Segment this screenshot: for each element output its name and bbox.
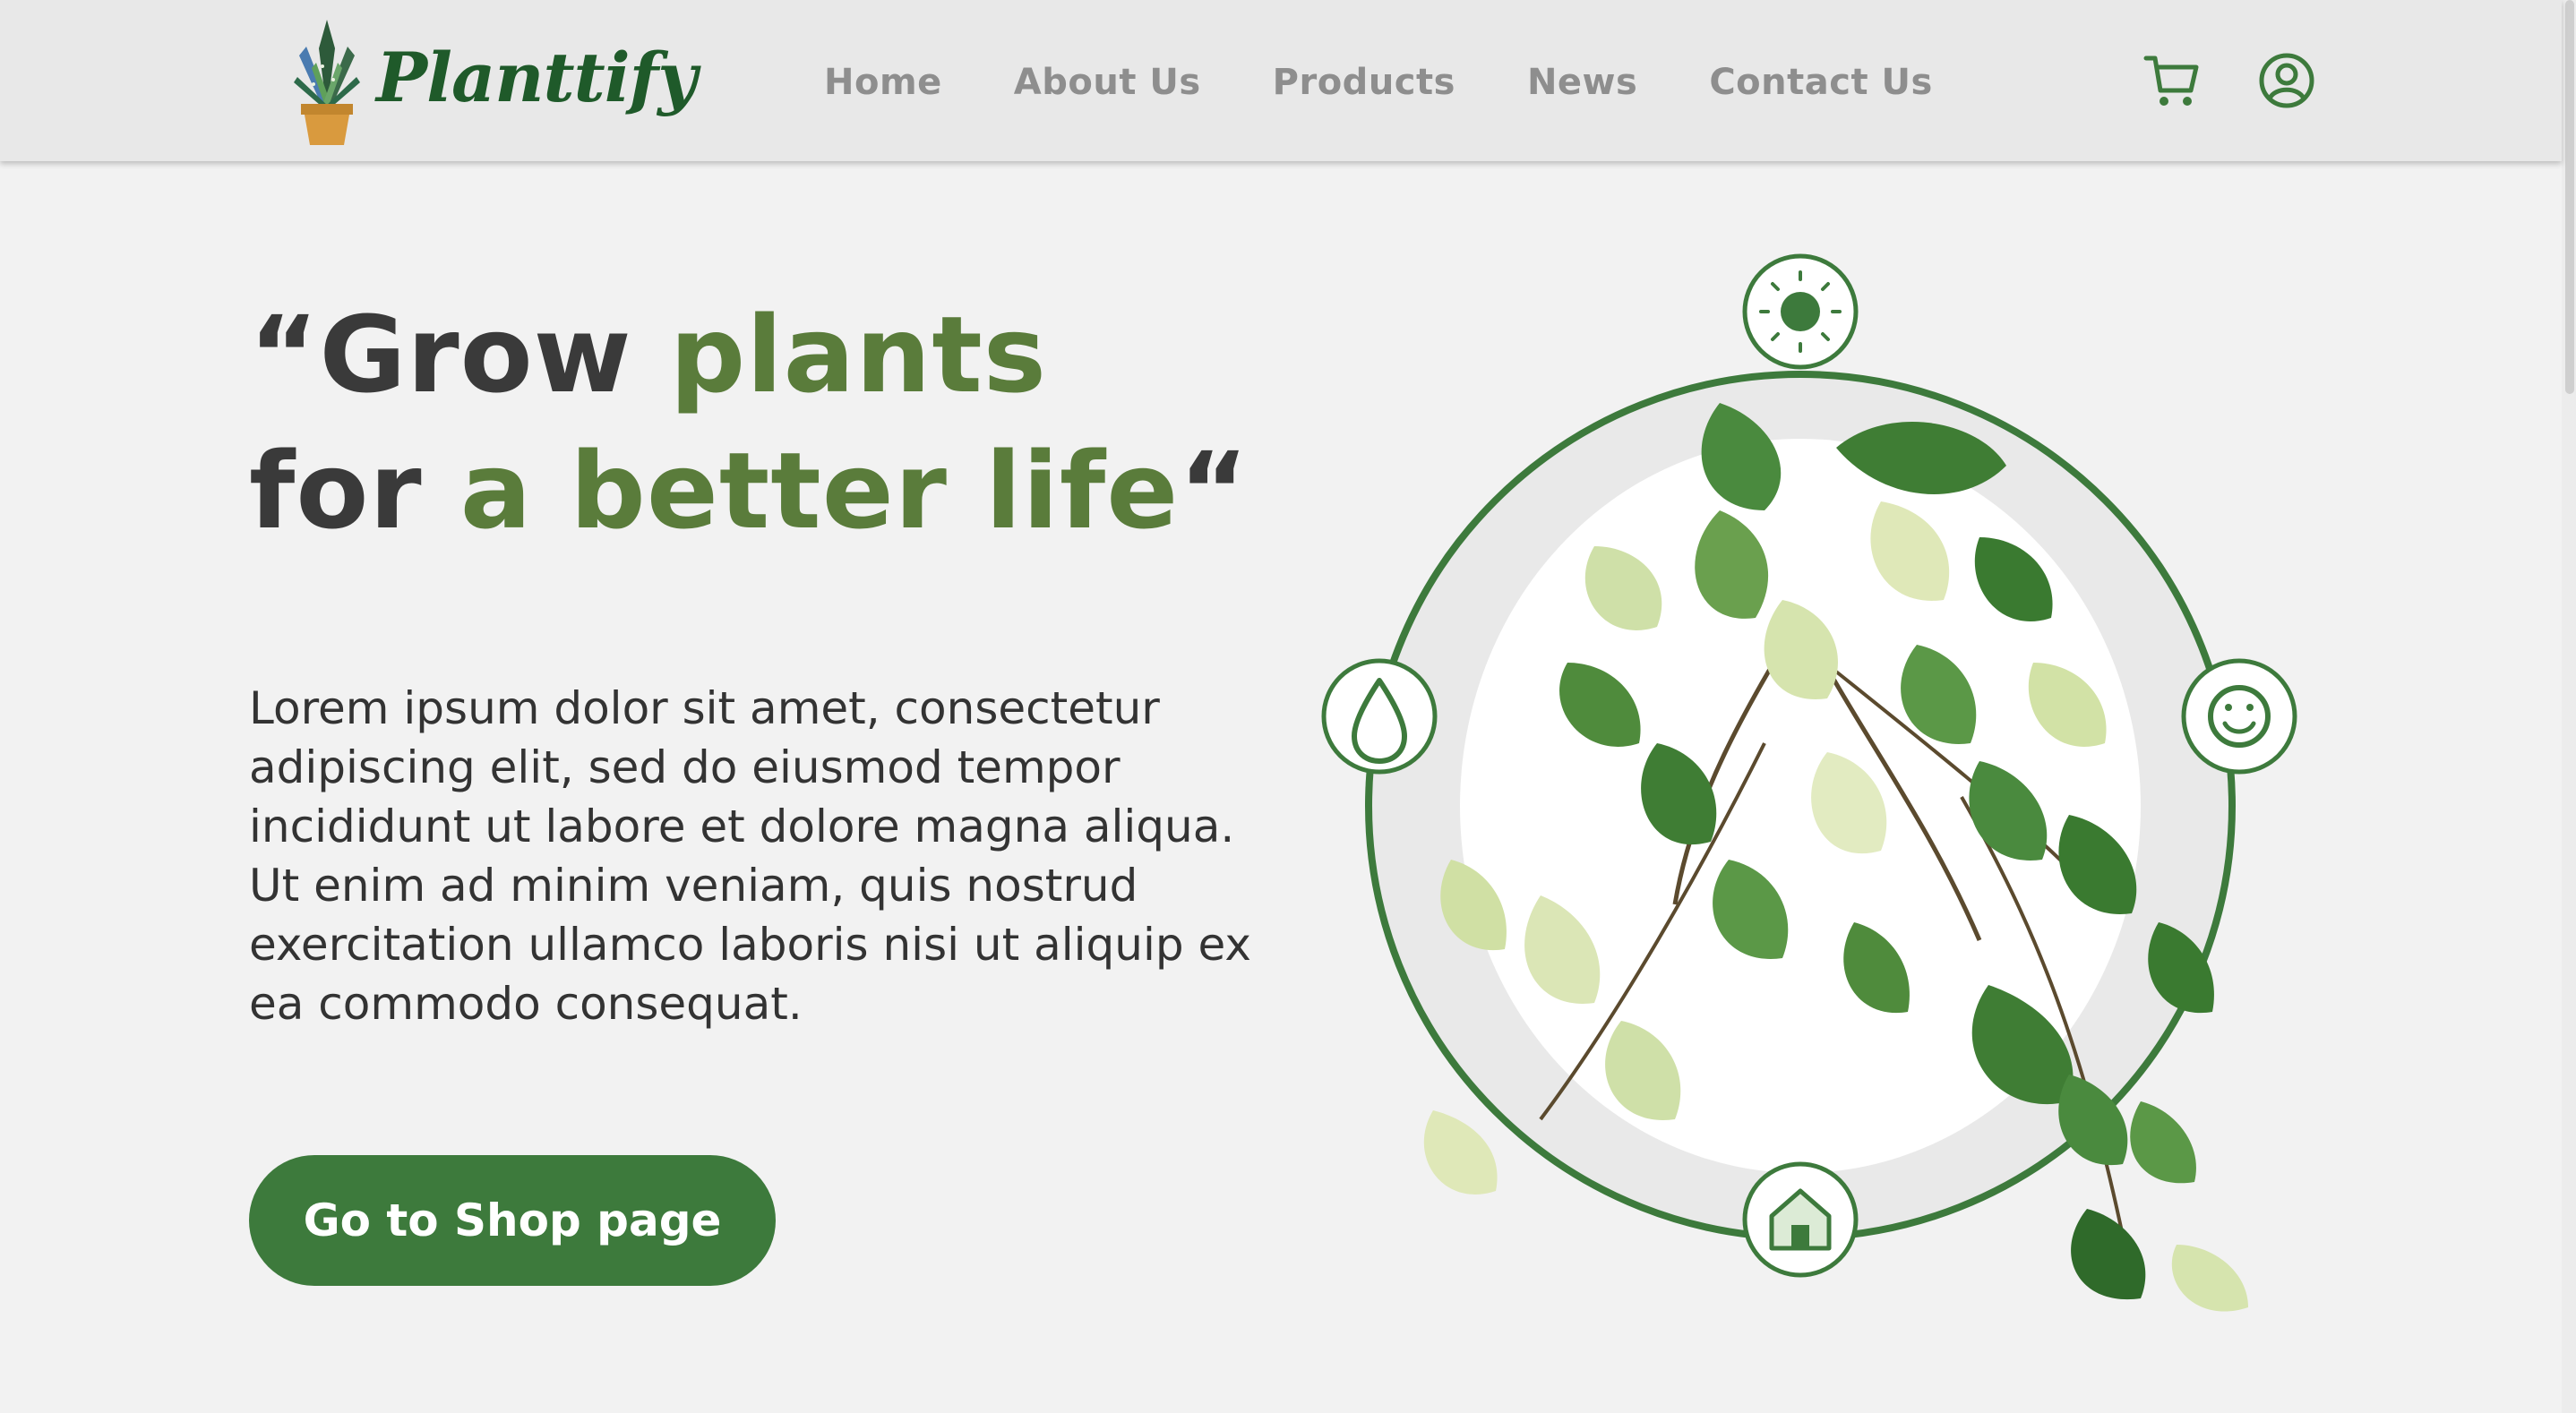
go-to-shop-button[interactable]: Go to Shop page: [249, 1155, 776, 1286]
main-nav: Home About Us Products News Contact Us: [824, 56, 2005, 109]
cart-icon[interactable]: [2141, 49, 2203, 112]
nav-contact-us-link[interactable]: Contact Us: [1709, 56, 1932, 109]
headline-highlight-better-life: a better life: [459, 429, 1180, 552]
hero-plant-illustration: [1321, 253, 2297, 1312]
brand-logo[interactable]: Planttify: [287, 13, 697, 147]
headline-closing-quote: “: [1179, 429, 1249, 552]
water-drop-icon: [1321, 658, 1438, 775]
nav-products-link[interactable]: Products: [1273, 56, 1455, 109]
scrollbar-thumb[interactable]: [2565, 0, 2574, 394]
nav-home-link[interactable]: Home: [824, 56, 942, 109]
navbar: Planttify Home About Us Products News Co…: [0, 0, 2562, 161]
hero-headline: “Grow plants for a better life“: [249, 287, 1249, 559]
smiley-icon: [2181, 658, 2297, 775]
nav-about-us-link[interactable]: About Us: [1014, 56, 1201, 109]
sun-icon: [1742, 253, 1859, 370]
potted-plant-logo-icon: [294, 20, 360, 145]
user-account-icon[interactable]: [2255, 49, 2318, 112]
hero-description: Lorem ipsum dolor sit amet, consectetur …: [249, 682, 1251, 1030]
headline-line1-text: “Grow: [249, 293, 670, 416]
headline-line2-text: for: [249, 429, 460, 552]
page-scrollbar[interactable]: [2562, 0, 2576, 1413]
headline-highlight-plants: plants: [669, 293, 1047, 416]
brand-name: Planttify: [376, 38, 697, 117]
nav-news-link[interactable]: News: [1527, 56, 1637, 109]
house-icon: [1742, 1161, 1859, 1278]
